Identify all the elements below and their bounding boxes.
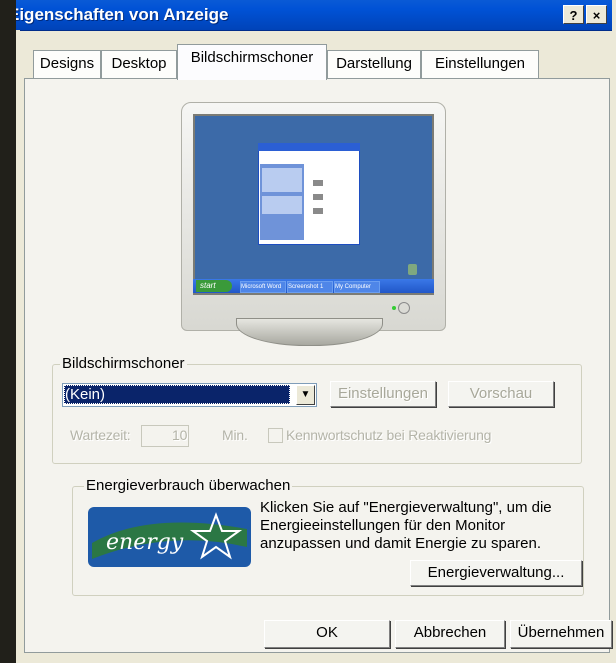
dropdown-arrow-icon[interactable]: ▼: [296, 385, 315, 405]
energy-logo-text: energy: [106, 530, 184, 555]
tab-bildschirmschoner[interactable]: Bildschirmschoner: [177, 44, 327, 80]
power-led-icon: [392, 306, 396, 310]
recycle-bin-icon: [408, 264, 417, 275]
screensaver-group: [52, 364, 582, 464]
preview-taskbar-item: My Computer: [334, 281, 380, 293]
tab-darstellung[interactable]: Darstellung: [327, 50, 421, 78]
screensaver-group-label: Bildschirmschoner: [60, 355, 187, 372]
tab-einstellungen[interactable]: Einstellungen: [421, 50, 539, 78]
dialog-border: [16, 30, 20, 663]
energy-description-line: Energieeinstellungen für den Monitor: [260, 517, 506, 534]
energy-management-button[interactable]: Energieverwaltung...: [410, 560, 582, 586]
preview-start-button: start: [196, 280, 232, 292]
password-checkbox[interactable]: [268, 428, 283, 443]
window-left-edge: [0, 0, 16, 663]
wait-value: 10: [172, 427, 188, 443]
preview-sidebar-panel: [262, 196, 302, 214]
wait-unit: Min.: [222, 427, 248, 443]
energy-star-logo: energy: [88, 507, 251, 567]
apply-button[interactable]: Übernehmen: [510, 620, 612, 648]
preview-taskbar-item: Screenshot 1: [287, 281, 333, 293]
drive-icon: [313, 194, 323, 200]
energy-description-line: Klicken Sie auf "Energieverwaltung", um …: [260, 499, 552, 516]
screensaver-settings-button[interactable]: Einstellungen: [330, 381, 436, 407]
preview-sidebar-panel: [262, 168, 302, 192]
close-button[interactable]: ×: [586, 5, 607, 24]
tab-desktop[interactable]: Desktop: [101, 50, 177, 78]
ok-button[interactable]: OK: [264, 620, 390, 648]
power-button-icon: [398, 302, 410, 314]
wait-label: Wartezeit:: [70, 427, 131, 443]
tab-designs[interactable]: Designs: [33, 50, 101, 78]
drive-icon: [313, 180, 323, 186]
help-button[interactable]: ?: [563, 5, 584, 24]
energy-group-label: Energieverbrauch überwachen: [84, 477, 293, 494]
preview-taskbar-item: Microsoft Word: [240, 281, 286, 293]
energy-description-line: anzupassen und damit Energie zu sparen.: [260, 535, 542, 552]
energy-description: Klicken Sie auf "Energieverwaltung", um …: [260, 499, 580, 553]
screensaver-select-value[interactable]: (Kein): [64, 385, 290, 404]
password-label: Kennwortschutz bei Reaktivierung: [286, 427, 492, 443]
preview-window-titlebar: [258, 143, 360, 151]
screensaver-preview-button[interactable]: Vorschau: [448, 381, 554, 407]
window-title: Eigenschaften von Anzeige: [8, 5, 229, 24]
drive-icon: [313, 208, 323, 214]
cancel-button[interactable]: Abbrechen: [395, 620, 505, 648]
